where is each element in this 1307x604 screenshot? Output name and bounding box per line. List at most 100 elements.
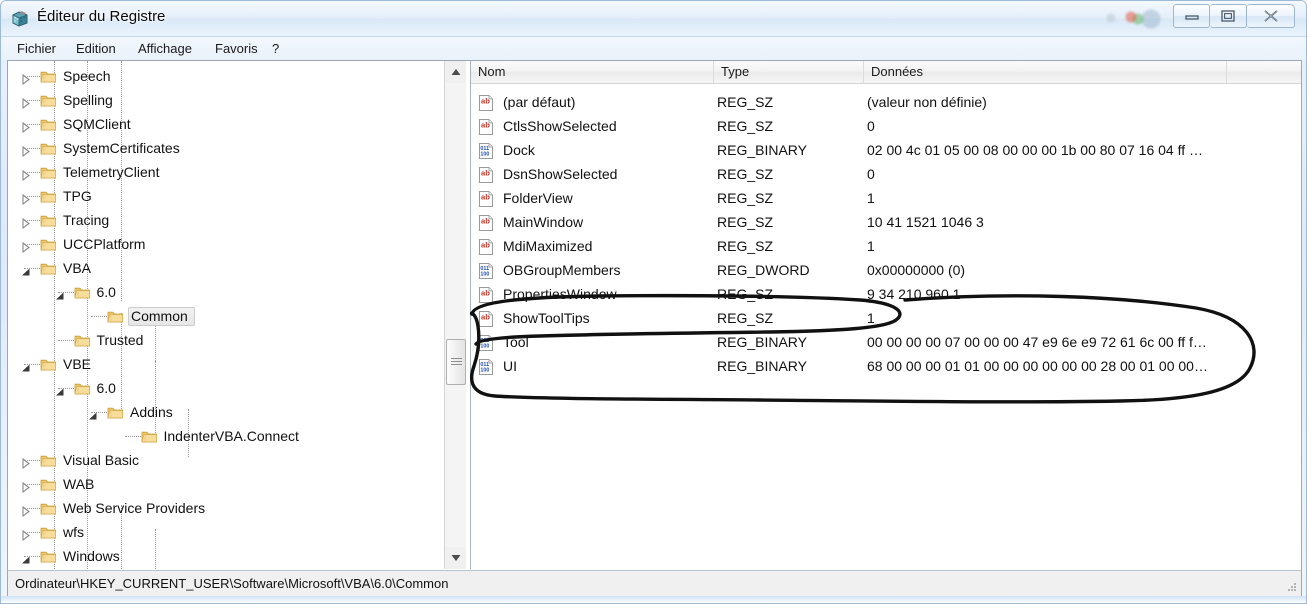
tree-item-sqmclient[interactable]: SQMClient bbox=[8, 113, 443, 137]
folder-icon bbox=[40, 261, 57, 276]
tree-expand-icon[interactable] bbox=[20, 456, 31, 470]
column-header-nom[interactable]: Nom bbox=[471, 61, 714, 83]
tree-collapse-icon[interactable] bbox=[20, 360, 31, 372]
cell-data: 0 bbox=[867, 166, 875, 182]
resize-grip-icon[interactable] bbox=[1284, 581, 1298, 595]
close-button[interactable] bbox=[1247, 4, 1295, 28]
column-header-type[interactable]: Type bbox=[714, 61, 864, 83]
tree-item-label: SQMClient bbox=[63, 116, 131, 132]
menu-help[interactable]: ? bbox=[266, 40, 285, 57]
table-row[interactable]: ab FolderView REG_SZ 1 bbox=[471, 187, 1301, 211]
cell-type: REG_SZ bbox=[717, 190, 774, 206]
menu-affichage[interactable]: Affichage bbox=[132, 40, 198, 57]
column-header-donnees[interactable]: Données bbox=[864, 61, 1227, 83]
tree-expand-icon[interactable] bbox=[20, 120, 31, 134]
tree-scroll-area[interactable]: Speech Spelling SQMClient SystemCertificate… bbox=[8, 61, 443, 569]
folder-icon bbox=[40, 93, 57, 108]
folder-icon bbox=[40, 237, 57, 252]
string-value-icon: ab bbox=[477, 238, 495, 256]
table-row[interactable]: ab (par défaut) REG_SZ (valeur non définie) bbox=[471, 91, 1301, 115]
tree-item-wab[interactable]: WAB bbox=[8, 473, 443, 497]
table-row[interactable]: ab MdiMaximized REG_SZ 1 bbox=[471, 235, 1301, 259]
list-column-headers: Nom Type Données bbox=[471, 61, 1301, 84]
cell-name: ShowToolTips bbox=[503, 310, 590, 326]
column-header-filler[interactable] bbox=[1227, 61, 1301, 83]
svg-text:100: 100 bbox=[480, 343, 489, 349]
tree-item-tracing[interactable]: Tracing bbox=[8, 209, 443, 233]
cell-name: Dock bbox=[503, 142, 535, 158]
table-row[interactable]: ab PropertiesWindow REG_SZ 9 34 210 960 1 bbox=[471, 283, 1301, 307]
menu-favoris[interactable]: Favoris bbox=[209, 40, 264, 57]
tree-item-speech[interactable]: Speech bbox=[8, 65, 443, 89]
tree-item-trusted[interactable]: Trusted bbox=[8, 329, 443, 353]
string-value-icon: ab bbox=[477, 94, 495, 112]
tree-item-spelling[interactable]: Spelling bbox=[8, 89, 443, 113]
menu-edition[interactable]: Edition bbox=[70, 40, 122, 57]
table-row[interactable]: 011 100 UI REG_BINARY 68 00 00 00 01 01 00 0… bbox=[471, 355, 1301, 379]
client-area: Speech Spelling SQMClient SystemCertificate… bbox=[7, 60, 1302, 570]
table-row[interactable]: 011 100 Dock REG_BINARY 02 00 4c 01 05 00 08… bbox=[471, 139, 1301, 163]
scrollbar-thumb[interactable] bbox=[446, 339, 466, 385]
tree-collapse-icon[interactable] bbox=[20, 552, 31, 564]
tree-item-systemcertificates[interactable]: SystemCertificates bbox=[8, 137, 443, 161]
svg-text:ab: ab bbox=[481, 169, 490, 178]
svg-text:ab: ab bbox=[481, 97, 490, 106]
tree-item-web-service-providers[interactable]: Web Service Providers bbox=[8, 497, 443, 521]
tree-expand-icon[interactable] bbox=[20, 144, 31, 158]
tree-item-common[interactable]: Common bbox=[8, 305, 443, 329]
tree-item-uccplatform[interactable]: UCCPlatform bbox=[8, 233, 443, 257]
svg-text:ab: ab bbox=[481, 121, 490, 130]
cell-name: OBGroupMembers bbox=[503, 262, 621, 278]
string-value-icon: ab bbox=[477, 310, 495, 328]
minimize-button[interactable] bbox=[1173, 4, 1210, 28]
tree-item-addins[interactable]: Addins bbox=[8, 401, 443, 425]
table-row[interactable]: ab MainWindow REG_SZ 10 41 1521 1046 3 bbox=[471, 211, 1301, 235]
folder-icon bbox=[74, 285, 91, 300]
tree-expand-icon[interactable] bbox=[20, 504, 31, 518]
menu-fichier[interactable]: Fichier bbox=[11, 40, 62, 57]
svg-text:ab: ab bbox=[481, 289, 490, 298]
tree-expand-icon[interactable] bbox=[20, 72, 31, 86]
folder-icon bbox=[40, 501, 57, 516]
tree-item-wfs[interactable]: wfs bbox=[8, 521, 443, 545]
table-row[interactable]: ab CtlsShowSelected REG_SZ 0 bbox=[471, 115, 1301, 139]
tree-expand-icon[interactable] bbox=[20, 168, 31, 182]
scroll-down-arrow[interactable] bbox=[445, 547, 466, 569]
maximize-button[interactable] bbox=[1210, 4, 1247, 28]
tree-item-indentervba-connect[interactable]: IndenterVBA.Connect bbox=[8, 425, 443, 449]
scroll-up-arrow[interactable] bbox=[445, 61, 466, 83]
tree-collapse-icon[interactable] bbox=[54, 288, 65, 300]
table-row[interactable]: ab DsnShowSelected REG_SZ 0 bbox=[471, 163, 1301, 187]
cell-type: REG_SZ bbox=[717, 310, 774, 326]
tree-item-vbe[interactable]: VBE bbox=[8, 353, 443, 377]
window-titlebar[interactable]: Éditeur du Registre bbox=[1, 1, 1306, 37]
cell-name: (par défaut) bbox=[503, 94, 576, 110]
tree-item-6-0[interactable]: 6.0 bbox=[8, 281, 443, 305]
table-row[interactable]: 011 100 OBGroupMembers REG_DWORD 0x00000000 … bbox=[471, 259, 1301, 283]
tree-expand-icon[interactable] bbox=[20, 216, 31, 230]
table-row[interactable]: 011 100 Tool REG_BINARY 00 00 00 00 07 00 00… bbox=[471, 331, 1301, 355]
tree-guide-line bbox=[57, 340, 74, 341]
table-row[interactable]: ab ShowToolTips REG_SZ 1 bbox=[471, 307, 1301, 331]
tree-item-telemetryclient[interactable]: TelemetryClient bbox=[8, 161, 443, 185]
tree-expand-icon[interactable] bbox=[20, 240, 31, 254]
tree-item-6-0[interactable]: 6.0 bbox=[8, 377, 443, 401]
tree-expand-icon[interactable] bbox=[20, 192, 31, 206]
svg-text:100: 100 bbox=[480, 271, 489, 277]
tree-collapse-icon[interactable] bbox=[87, 408, 98, 420]
tree-collapse-icon[interactable] bbox=[20, 264, 31, 276]
cell-type: REG_DWORD bbox=[717, 262, 810, 278]
tree-expand-icon[interactable] bbox=[20, 96, 31, 110]
tree-expand-icon[interactable] bbox=[20, 528, 31, 542]
tree-item-windows[interactable]: Windows bbox=[8, 545, 443, 569]
tree-item-visual-basic[interactable]: Visual Basic bbox=[8, 449, 443, 473]
tree-vertical-scrollbar[interactable] bbox=[444, 61, 466, 569]
tree-collapse-icon[interactable] bbox=[54, 384, 65, 396]
tree-item-label: SystemCertificates bbox=[63, 140, 180, 156]
tree-expand-icon[interactable] bbox=[20, 480, 31, 494]
column-header-nom-label: Nom bbox=[478, 64, 506, 79]
window-bottom-glow bbox=[1, 596, 1306, 603]
tree-item-tpg[interactable]: TPG bbox=[8, 185, 443, 209]
tree-item-vba[interactable]: VBA bbox=[8, 257, 443, 281]
folder-icon bbox=[107, 405, 124, 420]
